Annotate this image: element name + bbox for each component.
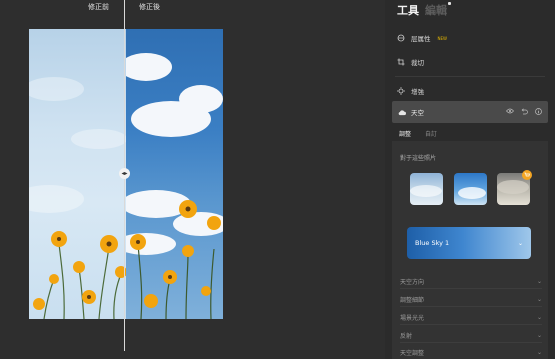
tool-crop-label: 裁切 <box>411 59 424 67</box>
layers-icon <box>397 34 405 42</box>
new-tag: NEW <box>437 35 447 41</box>
crop-icon <box>397 58 405 66</box>
accordion-label: 反射 <box>400 333 413 340</box>
sky-module-body: 對于這些照片 Blue Sky 1 ⌄ 天空方向 ⌄ 調整細節 ⌄ 場景光光 ⌄… <box>392 141 548 359</box>
accordion-label: 天空方向 <box>400 279 425 286</box>
sky-preset-thumb[interactable] <box>454 173 487 205</box>
after-photo <box>126 29 223 319</box>
accordion-reflection[interactable]: 反射 ⌄ <box>400 331 542 340</box>
cloud-icon <box>398 108 406 116</box>
sky-module-header[interactable]: 天空 <box>392 101 548 123</box>
accordion-label: 調整細節 <box>400 297 425 304</box>
panel-tabs: 工具 編輯 <box>397 2 451 18</box>
sky-preset-thumb-art <box>410 185 442 197</box>
tab-edit-badge <box>448 2 451 5</box>
tool-divider <box>395 76 545 77</box>
eye-icon[interactable] <box>506 108 514 117</box>
chevron-down-icon: ⌄ <box>517 239 523 247</box>
before-photo-art <box>29 77 126 319</box>
accordion-divider <box>400 306 542 307</box>
tools-panel: 工具 編輯 层属性 NEW 裁切 增強 天空 調整 自訂 對于這些照片 Blue… <box>385 0 555 359</box>
sky-module-title: 天空 <box>411 109 424 117</box>
accordion-divider <box>400 342 542 343</box>
accordion-divider <box>400 324 542 325</box>
info-icon[interactable] <box>535 107 542 117</box>
undo-icon[interactable] <box>521 108 528 117</box>
accordion-scene-light[interactable]: 場景光光 ⌄ <box>400 313 542 322</box>
tab-edit[interactable]: 編輯 <box>425 2 451 18</box>
sky-sub-tabs: 調整 自訂 <box>399 129 437 138</box>
after-label: 修正後 <box>139 3 160 11</box>
sky-preset-select[interactable]: Blue Sky 1 ⌄ <box>407 227 531 259</box>
chevron-down-icon: ⌄ <box>536 349 542 356</box>
tab-edit-label: 編輯 <box>425 4 447 17</box>
tool-layer-properties[interactable]: 层属性 NEW <box>397 33 447 43</box>
accordion-label: 天空調整 <box>400 350 425 357</box>
before-photo <box>29 29 126 319</box>
compare-split-handle[interactable]: ◂▸ <box>119 168 130 179</box>
accordion-sky-direction[interactable]: 天空方向 ⌄ <box>400 277 542 286</box>
chevron-down-icon: ⌄ <box>536 332 542 339</box>
tab-custom[interactable]: 自訂 <box>425 129 437 138</box>
sky-presets-title: 對于這些照片 <box>400 155 437 162</box>
sky-header-actions <box>506 107 542 117</box>
premium-cart-icon <box>522 170 532 180</box>
tab-adjust[interactable]: 調整 <box>399 129 411 138</box>
accordion-divider <box>400 288 542 289</box>
tool-layer-properties-label: 层属性 <box>411 35 431 43</box>
enhance-icon <box>397 87 405 95</box>
sky-preset-select-value: Blue Sky 1 <box>415 239 450 247</box>
after-photo-art <box>126 53 223 319</box>
accordion-label: 場景光光 <box>400 315 425 322</box>
sky-preset-thumb[interactable] <box>410 173 443 205</box>
chevron-down-icon: ⌄ <box>536 296 542 303</box>
tool-enhance-label: 增強 <box>411 88 424 96</box>
chevron-down-icon: ⌄ <box>536 278 542 285</box>
tab-tools[interactable]: 工具 <box>397 2 419 18</box>
accordion-sky-adjust[interactable]: 天空調整 ⌄ <box>400 348 542 357</box>
tool-crop[interactable]: 裁切 <box>397 57 424 67</box>
photo-canvas: 修正前 修正後 ◂▸ <box>0 0 385 359</box>
sky-preset-thumb-art <box>458 187 486 199</box>
tool-enhance[interactable]: 增強 <box>397 86 424 96</box>
before-label: 修正前 <box>88 3 109 11</box>
accordion-adjust-details[interactable]: 調整細節 ⌄ <box>400 295 542 304</box>
chevron-down-icon: ⌄ <box>536 314 542 321</box>
